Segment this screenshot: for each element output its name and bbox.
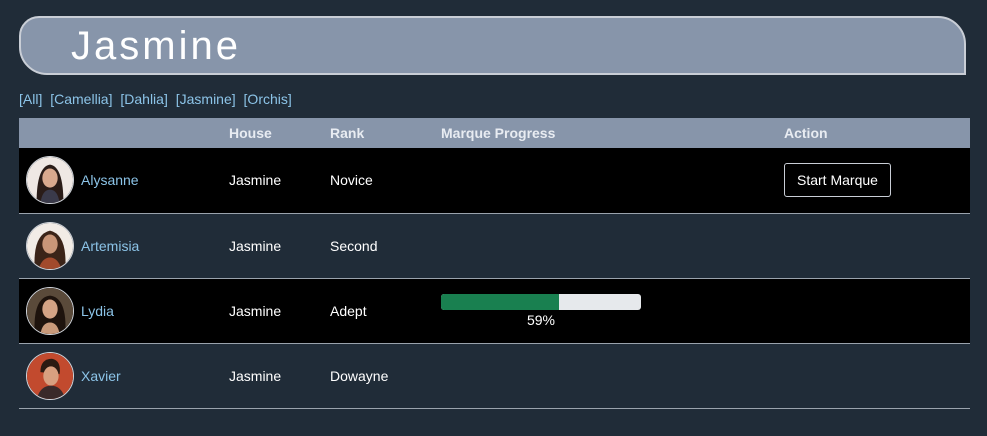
action-cell: Start Marque [784, 148, 970, 213]
progress-bar-track [441, 293, 641, 310]
marque-progress: 59% [441, 293, 641, 328]
header-house: House [229, 125, 272, 141]
table-row: Xavier Jasmine Dowayne [19, 343, 970, 408]
header-rank: Rank [330, 125, 365, 141]
progress-percent-label: 59% [526, 311, 556, 328]
page: Jasmine [All] [Camellia] [Dahlia] [Jasmi… [0, 0, 987, 436]
rank-cell: Adept [330, 302, 367, 319]
progress-bar-fill [441, 293, 559, 310]
rank-cell: Second [330, 237, 378, 254]
avatar [26, 351, 74, 400]
table-row: Lydia Jasmine Adept 59% [19, 278, 970, 343]
table-row: Alysanne Jasmine Novice Start Marque [19, 148, 970, 213]
progress-cell: 59% [441, 278, 784, 343]
avatar [26, 221, 74, 270]
avatar [26, 286, 74, 335]
member-name-link[interactable]: Xavier [81, 368, 121, 384]
house-banner: Jasmine [19, 16, 966, 75]
header-name [19, 118, 229, 148]
start-marque-button[interactable]: Start Marque [784, 163, 891, 198]
header-action: Action [784, 125, 828, 141]
table-row: Artemisia Jasmine Second [19, 213, 970, 278]
name-cell: Alysanne [19, 148, 229, 213]
name-cell: Artemisia [19, 213, 229, 278]
progress-cell [441, 343, 784, 408]
rank-cell: Novice [330, 172, 373, 189]
name-cell: Lydia [19, 278, 229, 343]
avatar [26, 156, 74, 205]
rank-cell: Dowayne [330, 367, 389, 384]
filter-jasmine-link[interactable]: [Jasmine] [176, 91, 236, 107]
house-cell: Jasmine [229, 302, 282, 319]
progress-cell [441, 148, 784, 213]
action-cell [784, 278, 970, 343]
name-cell: Xavier [19, 343, 229, 408]
member-name-link[interactable]: Alysanne [81, 172, 139, 188]
table-header-row: House Rank Marque Progress Action [19, 118, 970, 148]
filter-camellia-link[interactable]: [Camellia] [50, 91, 112, 107]
header-marque-progress: Marque Progress [441, 125, 556, 141]
filter-orchis-link[interactable]: [Orchis] [244, 91, 292, 107]
filter-dahlia-link[interactable]: [Dahlia] [120, 91, 167, 107]
house-filter-bar: [All] [Camellia] [Dahlia] [Jasmine] [Orc… [19, 90, 296, 108]
member-name-link[interactable]: Artemisia [81, 238, 139, 254]
action-cell [784, 213, 970, 278]
progress-cell [441, 213, 784, 278]
house-cell: Jasmine [229, 172, 282, 189]
action-cell [784, 343, 970, 408]
filter-all-link[interactable]: [All] [19, 91, 42, 107]
members-table: House Rank Marque Progress Action Alysan… [19, 118, 970, 409]
house-cell: Jasmine [229, 367, 282, 384]
member-name-link[interactable]: Lydia [81, 303, 114, 319]
house-cell: Jasmine [229, 237, 282, 254]
page-title: Jasmine [71, 24, 241, 68]
